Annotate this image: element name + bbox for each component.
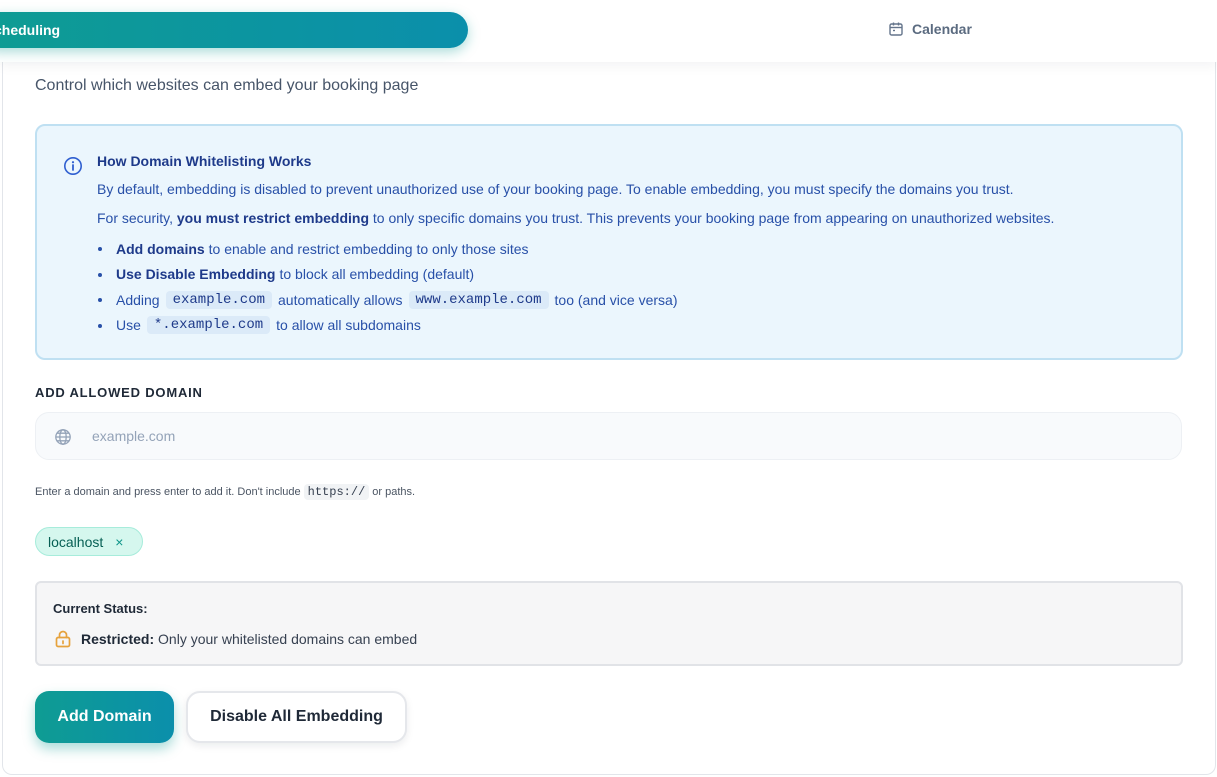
hint-text: or paths.	[372, 486, 416, 498]
bullet-text: automatically allows	[278, 291, 403, 308]
globe-icon	[55, 429, 71, 445]
domain-chip-label: localhost	[48, 533, 104, 550]
status-line: Restricted: Only your whitelisted domain…	[53, 629, 417, 649]
tab-scheduling[interactable]: cheduling	[0, 12, 468, 48]
domain-chip: localhost ×	[35, 527, 143, 556]
code-snippet: www.example.com	[408, 290, 549, 309]
domain-hint: Enter a domain and press enter to add it…	[35, 484, 416, 500]
tab-calendar-label: Calendar	[912, 21, 972, 37]
bullet-text: to allow all subdomains	[276, 317, 421, 334]
info-paragraph-default: By default, embedding is disabled to pre…	[97, 181, 1014, 197]
status-text: Restricted: Only your whitelisted domain…	[81, 631, 417, 647]
list-item: Use *.example.com to allow all subdomains	[97, 313, 678, 339]
hint-text: Enter a domain and press enter to add it…	[35, 486, 301, 498]
security-prefix: For security,	[97, 210, 173, 226]
add-domain-label: ADD ALLOWED DOMAIN	[35, 385, 203, 400]
bullet-text: too (and vice versa)	[554, 291, 678, 308]
list-item: Use Disable Embedding to block all embedd…	[97, 262, 678, 288]
list-item: Add domains to enable and restrict embedd…	[97, 236, 678, 262]
info-title: How Domain Whitelisting Works	[97, 153, 312, 169]
info-callout: How Domain Whitelisting Works By default…	[35, 124, 1183, 360]
bullet-text: to block all embedding (default)	[279, 266, 475, 283]
domain-input-wrapper	[35, 412, 1182, 460]
code-snippet: example.com	[165, 290, 273, 309]
code-snippet: *.example.com	[146, 316, 271, 335]
page-subtitle: Control which websites can embed your bo…	[35, 77, 419, 94]
bullet-text: Adding	[116, 291, 160, 308]
status-panel: Current Status: Restricted: Only your wh…	[35, 581, 1183, 666]
tab-calendar[interactable]: Calendar	[888, 18, 972, 40]
info-paragraph-security: For security, you must restrict embeddin…	[97, 210, 1054, 226]
bullet-text: Use	[116, 317, 141, 334]
info-bullet-list: Add domains to enable and restrict embedd…	[97, 236, 678, 338]
bullet-bold: Add domains	[116, 240, 205, 257]
domain-input[interactable]	[92, 413, 1162, 459]
disable-embedding-button[interactable]: Disable All Embedding	[186, 691, 407, 743]
lock-icon	[55, 630, 71, 648]
bullet-text: to enable and restrict embedding to only…	[208, 240, 529, 257]
top-navigation: cheduling Calendar	[0, 0, 1217, 62]
add-domain-button[interactable]: Add Domain	[35, 691, 174, 743]
status-state: Restricted:	[81, 631, 155, 647]
calendar-icon	[889, 22, 903, 36]
security-emphasis: you must restrict embedding	[176, 210, 370, 226]
list-item: Adding example.com automatically allows www…	[97, 287, 678, 313]
status-description: Only your whitelisted domains can embed	[158, 631, 418, 647]
info-icon	[64, 157, 82, 175]
security-suffix: to only specific domains you trust. This…	[372, 210, 1055, 226]
code-snippet: https://	[303, 484, 370, 500]
bullet-bold: Use Disable Embedding	[116, 266, 276, 283]
status-title: Current Status:	[53, 601, 148, 616]
remove-domain-icon[interactable]: ×	[115, 534, 123, 550]
